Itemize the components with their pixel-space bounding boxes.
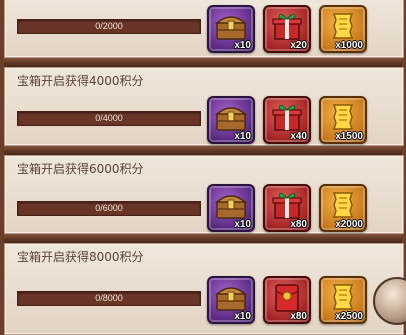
reward-quantity: x20 (290, 40, 307, 51)
reward-quantity: x40 (290, 131, 307, 142)
gift-box-icon (272, 192, 302, 219)
reward-item-gift-box[interactable]: x40 (263, 96, 311, 144)
reward-quantity: x1500 (335, 131, 363, 142)
progress-bar: 0/6000 (17, 201, 201, 216)
reward-panel-6000: 宝箱开启获得6000积分 0/6000 x10 x80 x2000 (4, 155, 404, 234)
reward-item-treasure-chest[interactable]: x10 (207, 96, 255, 144)
reward-quantity: x10 (234, 311, 251, 322)
reward-item-red-envelope[interactable]: x80 (263, 276, 311, 324)
reward-item-treasure-chest[interactable]: x10 (207, 184, 255, 232)
reward-item-gold-coupon[interactable]: x2000 (319, 184, 367, 232)
reward-item-gold-coupon[interactable]: x2500 (319, 276, 367, 324)
treasure-chest-icon (214, 287, 248, 311)
reward-item-treasure-chest[interactable]: x10 (207, 5, 255, 53)
reward-item-gift-box[interactable]: x20 (263, 5, 311, 53)
reward-panel-8000: 宝箱开启获得8000积分 0/8000 x10 x80 x2500 (4, 243, 404, 335)
reward-panel-4000: 宝箱开启获得4000积分 0/4000 x10 x40 x1500 (4, 67, 404, 146)
reward-quantity: x10 (234, 219, 251, 230)
progress-text: 0/2000 (95, 21, 123, 31)
reward-quantity: x10 (234, 131, 251, 142)
gold-coupon-icon (332, 104, 354, 130)
reward-item-treasure-chest[interactable]: x10 (207, 276, 255, 324)
panel-divider (4, 57, 402, 67)
reward-quantity: x2500 (335, 311, 363, 322)
gold-coupon-icon (332, 13, 354, 39)
reward-quantity: x10 (234, 40, 251, 51)
reward-quantity: x1000 (335, 40, 363, 51)
treasure-chest-icon (214, 195, 248, 219)
treasure-chest-icon (214, 16, 248, 40)
red-envelope-icon (275, 284, 299, 312)
progress-text: 0/6000 (95, 203, 123, 213)
reward-panel-2000: 0/2000 x10 x20 x1000 (4, 0, 404, 58)
progress-text: 0/8000 (95, 293, 123, 303)
reward-item-gold-coupon[interactable]: x1000 (319, 5, 367, 53)
progress-bar: 0/4000 (17, 111, 201, 126)
progress-text: 0/4000 (95, 113, 123, 123)
gold-coupon-icon (332, 284, 354, 310)
reward-item-gold-coupon[interactable]: x1500 (319, 96, 367, 144)
gift-box-icon (272, 104, 302, 131)
reward-title: 宝箱开启获得4000积分 (17, 74, 144, 88)
reward-quantity: x80 (290, 311, 307, 322)
reward-quantity: x2000 (335, 219, 363, 230)
gift-box-icon (272, 13, 302, 40)
reward-quantity: x80 (290, 219, 307, 230)
reward-title: 宝箱开启获得8000积分 (17, 250, 144, 264)
panel-divider (4, 233, 402, 243)
treasure-chest-icon (214, 107, 248, 131)
panel-divider (4, 145, 402, 155)
progress-bar: 0/2000 (17, 19, 201, 34)
reward-item-gift-box[interactable]: x80 (263, 184, 311, 232)
gold-coupon-icon (332, 192, 354, 218)
reward-title: 宝箱开启获得6000积分 (17, 162, 144, 176)
progress-bar: 0/8000 (17, 291, 201, 306)
